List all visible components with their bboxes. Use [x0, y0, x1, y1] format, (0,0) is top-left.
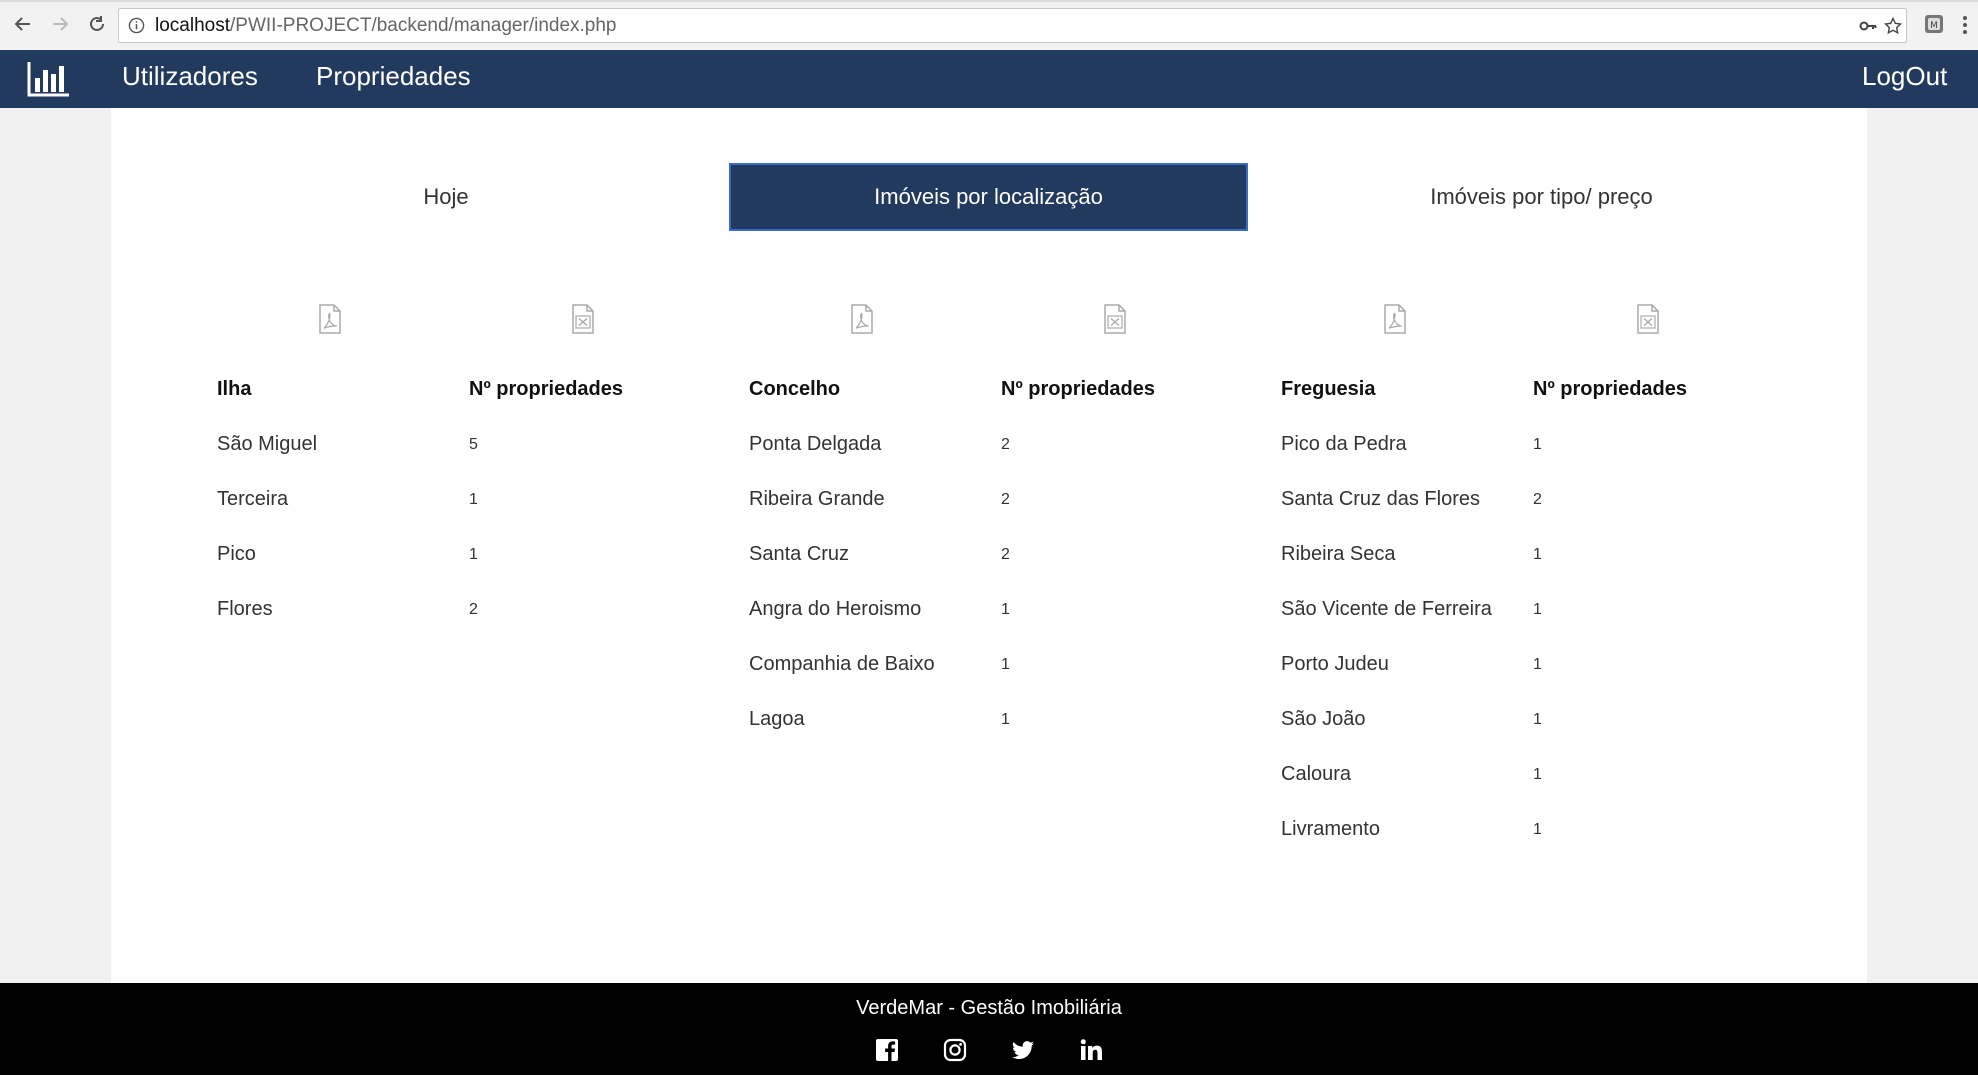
table-concelho-header-count: Nº propriedades — [1001, 378, 1156, 400]
table-freguesia-count: 1 — [1533, 821, 1542, 838]
tab-imoveis-localizacao[interactable]: Imóveis por localização — [729, 163, 1248, 231]
table-concelho-cell: Ribeira Grande — [749, 488, 885, 510]
excel-icon[interactable] — [1102, 304, 1128, 334]
table-freguesia-header-name: Freguesia — [1281, 378, 1376, 400]
nav-link-propriedades[interactable]: Propriedades — [316, 50, 471, 108]
footer-title: VerdeMar - Gestão Imobiliária — [856, 997, 1122, 1019]
extension-icon[interactable]: M — [1923, 13, 1945, 35]
twitter-icon[interactable] — [1011, 1038, 1035, 1062]
table-ilha-header-name: Ilha — [217, 378, 252, 400]
table-freguesia-count: 1 — [1533, 656, 1542, 673]
table-freguesia-count: 2 — [1533, 491, 1542, 508]
logout-link[interactable]: LogOut — [1862, 50, 1947, 108]
table-freguesia-cell: Pico da Pedra — [1281, 433, 1407, 455]
pdf-icon[interactable] — [1382, 304, 1408, 334]
pdf-icon[interactable] — [317, 304, 343, 334]
menu-icon[interactable] — [1962, 14, 1968, 36]
table-concelho-cell: Ponta Delgada — [749, 433, 882, 455]
table-concelho-count: 2 — [1001, 546, 1010, 563]
instagram-icon[interactable] — [943, 1038, 967, 1062]
table-concelho-count: 1 — [1001, 711, 1010, 728]
table-ilha-cell: Pico — [217, 543, 256, 565]
address-bar[interactable]: localhost/PWII-PROJECT/backend/manager/i… — [118, 8, 1907, 43]
table-ilha-cell: São Miguel — [217, 433, 318, 455]
table-freguesia-count: 1 — [1533, 601, 1542, 618]
bar-chart-icon[interactable] — [26, 58, 72, 100]
url-host: localhost — [155, 15, 230, 36]
facebook-icon[interactable] — [875, 1038, 899, 1062]
table-freguesia-count: 1 — [1533, 766, 1542, 783]
key-icon[interactable] — [1859, 17, 1877, 35]
table-concelho-count: 1 — [1001, 656, 1010, 673]
table-freguesia-count: 1 — [1533, 436, 1542, 453]
table-freguesia-count: 1 — [1533, 711, 1542, 728]
excel-icon[interactable] — [1635, 304, 1661, 334]
browser-toolbar: localhost/PWII-PROJECT/backend/manager/i… — [0, 0, 1978, 51]
table-freguesia-count: 1 — [1533, 546, 1542, 563]
tab-hoje[interactable]: Hoje — [111, 163, 781, 231]
table-ilha-count: 1 — [469, 546, 478, 563]
table-ilha-cell: Flores — [217, 598, 273, 620]
linkedin-icon[interactable] — [1079, 1038, 1103, 1062]
main-panel: Hoje Imóveis por localização Imóveis por… — [111, 108, 1867, 983]
table-ilha-cell: Terceira — [217, 488, 289, 510]
tab-strip — [0, 0, 1978, 2]
table-concelho-cell: Angra do Heroismo — [749, 598, 922, 620]
table-ilha-header-count: Nº propriedades — [469, 378, 624, 400]
table-freguesia-cell: Ribeira Seca — [1281, 543, 1396, 565]
table-concelho-cell: Companhia de Baixo — [749, 653, 935, 675]
table-freguesia-cell: Caloura — [1281, 763, 1352, 785]
table-ilha-count: 5 — [469, 436, 478, 453]
back-arrow-icon[interactable] — [10, 11, 36, 37]
excel-icon[interactable] — [570, 304, 596, 334]
table-concelho-count: 2 — [1001, 491, 1010, 508]
table-freguesia-cell: São Vicente de Ferreira — [1281, 598, 1492, 620]
table-concelho-cell: Lagoa — [749, 708, 805, 730]
table-freguesia-cell: Santa Cruz das Flores — [1281, 488, 1480, 510]
table-freguesia-header-count: Nº propriedades — [1533, 378, 1688, 400]
table-concelho-count: 1 — [1001, 601, 1010, 618]
info-icon[interactable] — [128, 17, 145, 34]
table-concelho-count: 2 — [1001, 436, 1010, 453]
forward-arrow-icon[interactable] — [47, 11, 73, 37]
footer: VerdeMar - Gestão Imobiliária — [0, 983, 1978, 1075]
tab-imoveis-tipo-preco[interactable]: Imóveis por tipo/ preço — [1254, 163, 1829, 231]
pdf-icon[interactable] — [849, 304, 875, 334]
table-ilha-count: 1 — [469, 491, 478, 508]
svg-text:M: M — [1930, 21, 1938, 31]
table-freguesia-cell: São João — [1281, 708, 1366, 730]
url-text: localhost/PWII-PROJECT/backend/manager/i… — [155, 15, 617, 37]
table-concelho-header-name: Concelho — [749, 378, 841, 400]
table-freguesia-cell: Livramento — [1281, 818, 1380, 840]
url-path: /PWII-PROJECT/backend/manager/index.php — [230, 15, 617, 36]
table-concelho-cell: Santa Cruz — [749, 543, 850, 565]
table-ilha-count: 2 — [469, 601, 478, 618]
nav-link-utilizadores[interactable]: Utilizadores — [122, 50, 258, 108]
reload-icon[interactable] — [84, 11, 110, 37]
star-icon[interactable] — [1884, 17, 1902, 35]
top-navbar: Utilizadores Propriedades LogOut — [0, 50, 1978, 108]
table-freguesia-cell: Porto Judeu — [1281, 653, 1389, 675]
